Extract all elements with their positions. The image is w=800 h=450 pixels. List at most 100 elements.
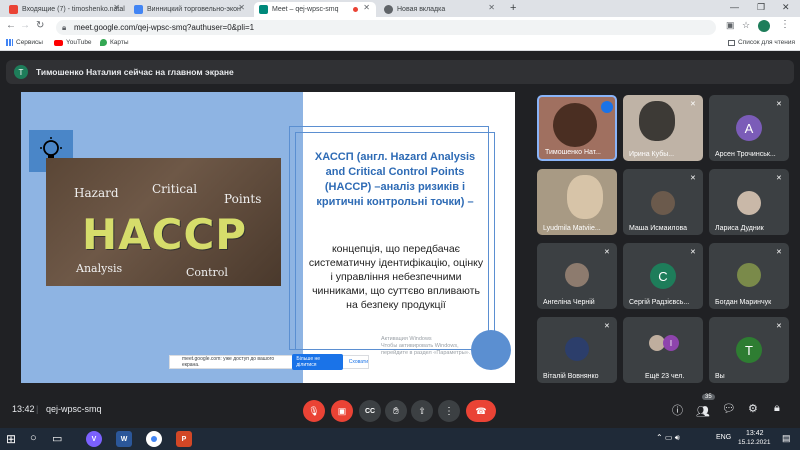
bookmark-apps[interactable]: Сервисы [6, 39, 43, 46]
participant-video [567, 175, 603, 219]
stop-sharing-button[interactable]: Більше не ділитися [292, 354, 343, 370]
meeting-controls-bar: 13:42 | qej-wpsc-smq 🎙︎ ▣ CC ✋︎ ⇧ ⋮ ☎︎ ⓘ… [0, 392, 800, 426]
reading-list[interactable]: Список для чтения [728, 39, 795, 46]
mic-off-icon: ✕ [690, 101, 696, 108]
participant-tile[interactable]: Тимошенко Нат... [537, 95, 617, 161]
people-count-badge: 35 [702, 394, 715, 400]
raise-hand-button[interactable]: ✋︎ [385, 400, 407, 422]
minimize-icon[interactable]: — [730, 2, 739, 12]
close-window-icon[interactable]: ✕ [782, 2, 790, 13]
tab-doc[interactable]: Винницкий торговельно-экон ✕ [129, 2, 251, 17]
back-icon[interactable]: ← [6, 20, 16, 31]
notifications-icon[interactable]: ▤ [782, 433, 791, 444]
participant-name: Ирина Кубы... [629, 151, 675, 158]
participant-video [639, 101, 675, 141]
bookmark-maps[interactable]: Карты [100, 39, 129, 46]
tab-gmail[interactable]: Входящие (7) - timoshenko.natal ✕ [4, 2, 126, 17]
slide-body: концепція, що передбачає систематичну ід… [308, 243, 484, 311]
tab-meet[interactable]: Meet – qej-wpsc-smq ✕ [254, 2, 376, 17]
mic-toggle-button[interactable]: 🎙︎ [303, 400, 325, 422]
present-screen-icon: ⇧ [418, 405, 426, 416]
camera-in-use-icon[interactable]: ▣ [726, 20, 735, 31]
participant-tile[interactable]: ✕ Богдан Маринчук [709, 243, 789, 309]
participant-photo [737, 191, 761, 215]
participant-name: Lyudmila Matviie... [543, 225, 601, 232]
word-critical: Critical [152, 182, 198, 196]
presenter-avatar: Т [14, 65, 28, 79]
clock-date[interactable]: 15.12.2021 [738, 439, 771, 446]
hide-button[interactable]: Сховати [349, 359, 368, 365]
apps-grid-icon [6, 39, 13, 46]
reload-icon[interactable]: ↻ [36, 20, 44, 31]
word-analysis: Analysis [76, 262, 123, 275]
doc-icon [134, 5, 143, 14]
participant-name: Віталій Вовнянко [543, 373, 599, 380]
leave-call-button[interactable]: ☎︎ [466, 400, 496, 422]
task-view-icon[interactable]: ▭ [52, 432, 62, 445]
profile-avatar[interactable] [758, 20, 770, 32]
star-icon[interactable]: ☆ [742, 20, 750, 31]
activities-icon[interactable]: ⚙︎ [748, 402, 758, 415]
slide-title: ХАССП (англ. Hazard Analysis and Critica… [314, 151, 476, 208]
more-options-button[interactable]: ⋮ [438, 400, 460, 422]
participant-tile[interactable]: ✕ Маша Исмаилова [623, 169, 703, 235]
participant-tile[interactable]: А ✕ Арсен Трочинськ... [709, 95, 789, 161]
participant-tile[interactable]: ✕ Лариса Дудник [709, 169, 789, 235]
mic-off-icon: ✕ [776, 323, 782, 330]
participant-tile[interactable]: Lyudmila Matviie... [537, 169, 617, 235]
forward-icon[interactable]: → [20, 20, 30, 31]
menu-icon[interactable]: ⋮ [780, 19, 790, 30]
participant-tile[interactable]: С ✕ Сергій Радзієвсь... [623, 243, 703, 309]
close-icon[interactable]: ✕ [113, 3, 120, 12]
close-icon[interactable]: ✕ [238, 3, 245, 12]
mic-off-icon: ✕ [776, 175, 782, 182]
participant-tile[interactable]: ✕ Ирина Кубы... [623, 95, 703, 161]
maximize-icon[interactable]: ❐ [757, 2, 765, 13]
presenting-banner: Т Тимошенко Наталия сейчас на главном эк… [6, 60, 794, 84]
participant-name: Лариса Дудник [715, 225, 764, 232]
camera-toggle-button[interactable]: ▣ [331, 400, 353, 422]
close-icon[interactable]: ✕ [363, 3, 370, 12]
haccp-image: Hazard Critical Points HACCP Analysis Co… [46, 158, 281, 286]
participant-name: Ангеліна Черній [543, 299, 595, 306]
bookmarks-bar: Сервисы YouTube Карты Список для чтения [0, 37, 800, 51]
recording-dot-icon [353, 7, 358, 12]
bookmark-label: Карты [110, 39, 129, 46]
youtube-icon [54, 39, 63, 46]
captions-button[interactable]: CC [359, 400, 381, 422]
mic-off-icon: ✕ [776, 249, 782, 256]
word-haccp: HACCP [82, 210, 248, 259]
clock-time[interactable]: 13:42 [746, 430, 764, 437]
more-participants-tile[interactable]: І Ещё 23 чел. [623, 317, 703, 383]
tab-new[interactable]: Новая вкладка ✕ [379, 2, 501, 17]
people-icon: 👥︎ [696, 406, 710, 418]
powerpoint-icon[interactable]: P [176, 431, 192, 447]
search-icon[interactable]: ○ [30, 432, 37, 444]
self-tile[interactable]: Т ✕ Вы [709, 317, 789, 383]
mic-off-icon: ✕ [776, 101, 782, 108]
camera-off-icon: ▣ [337, 405, 347, 416]
participant-avatar: Т [736, 337, 762, 363]
chrome-taskbar-icon[interactable] [146, 431, 162, 447]
windows-watermark: Активация Windows Чтобы активировать Win… [381, 336, 471, 356]
mic-off-icon: ✕ [690, 249, 696, 256]
chat-icon[interactable]: 💬︎ [722, 402, 736, 415]
hang-up-icon: ☎︎ [475, 405, 487, 416]
viber-icon[interactable]: V [86, 431, 102, 447]
share-text: meet.google.com: уже доступ до вашого ек… [182, 356, 275, 368]
tray-icons[interactable]: ⌃ ▭ 🔊︎ [656, 433, 680, 443]
bookmark-youtube[interactable]: YouTube [54, 39, 92, 46]
participant-tile[interactable]: ✕ Віталій Вовнянко [537, 317, 617, 383]
present-button[interactable]: ⇧ [411, 400, 433, 422]
new-tab-icon[interactable]: + [510, 2, 516, 14]
word-icon[interactable]: W [116, 431, 132, 447]
banner-text: Тимошенко Наталия сейчас на главном экра… [36, 67, 234, 77]
url-field[interactable]: 🔒︎ meet.google.com/qej-wpsc-smq?authuser… [56, 20, 716, 35]
participant-tile[interactable]: ✕ Ангеліна Черній [537, 243, 617, 309]
windows-start-icon[interactable]: ⊞ [6, 432, 16, 446]
language-indicator[interactable]: ENG [716, 434, 731, 441]
host-controls-icon[interactable]: 🔒︎ [774, 402, 780, 415]
close-icon[interactable]: ✕ [488, 3, 495, 12]
info-icon[interactable]: ⓘ [672, 402, 683, 418]
people-button[interactable]: 👥︎ 35 [696, 394, 715, 420]
